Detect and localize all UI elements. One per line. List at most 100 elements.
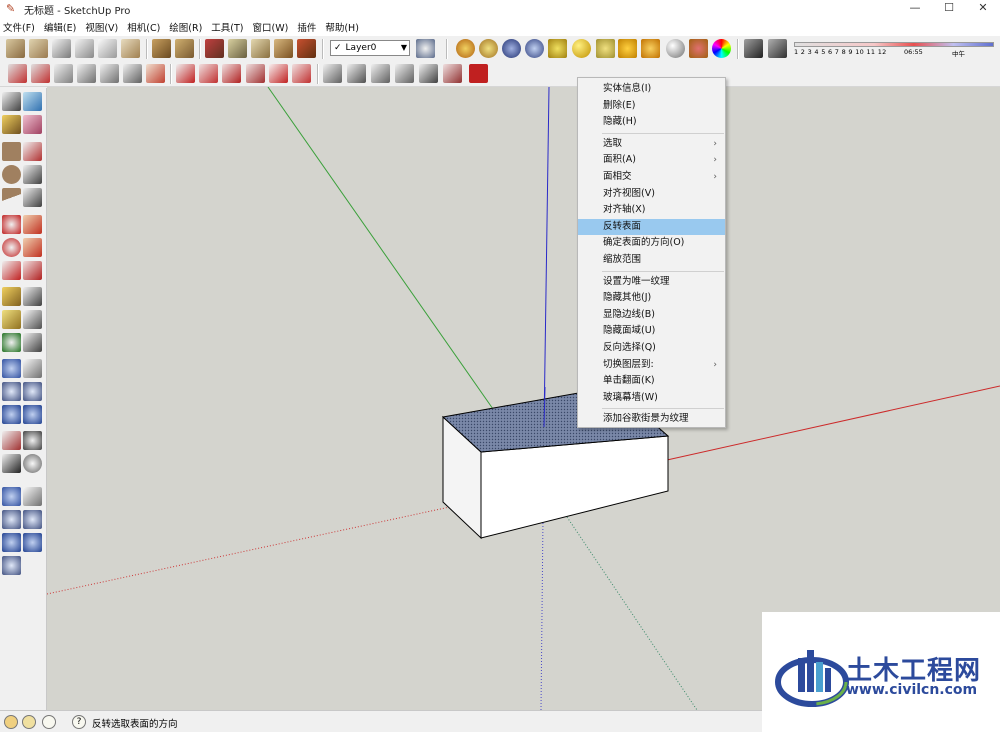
pen-tool-icon[interactable] bbox=[443, 64, 462, 83]
menu-help[interactable]: 帮助(H) bbox=[325, 20, 359, 34]
push-pull-icon[interactable] bbox=[23, 215, 42, 234]
offset-icon[interactable] bbox=[23, 261, 42, 280]
geo-location-icon[interactable] bbox=[4, 715, 18, 729]
context-menu-item[interactable]: 确定表面的方向(O) bbox=[578, 235, 725, 252]
context-menu-item[interactable]: 实体信息(I) bbox=[578, 81, 725, 98]
context-menu-item[interactable]: 对齐轴(X) bbox=[578, 202, 725, 219]
wood-texture-icon[interactable] bbox=[152, 39, 171, 58]
dimension-icon[interactable] bbox=[23, 287, 42, 306]
shadow-time-slider[interactable]: 1 2 3 4 5 6 7 8 9 10 11 12 06:55 中午 bbox=[790, 40, 1000, 58]
section-plane-icon[interactable] bbox=[23, 454, 42, 473]
layer-dropdown[interactable]: ✓ Layer0 ▼ bbox=[330, 40, 410, 56]
xray-style-icon[interactable] bbox=[205, 39, 224, 58]
context-menu-item[interactable]: 面积(A) › bbox=[578, 152, 725, 169]
pan-hand-icon[interactable] bbox=[23, 359, 42, 378]
zoom-extents-2-icon[interactable] bbox=[23, 533, 42, 552]
account-icon[interactable] bbox=[42, 715, 56, 729]
offset-tool-icon[interactable] bbox=[54, 64, 73, 83]
previous-view-icon[interactable] bbox=[2, 405, 21, 424]
help-icon[interactable] bbox=[525, 39, 544, 58]
arrow-tool-icon[interactable] bbox=[292, 64, 311, 83]
context-menu-item[interactable]: 反转表面 bbox=[578, 218, 725, 236]
pencil-icon[interactable] bbox=[23, 142, 42, 161]
minimize-button[interactable]: — bbox=[898, 0, 932, 18]
menu-view[interactable]: 视图(V) bbox=[85, 20, 118, 34]
protractor-icon[interactable] bbox=[2, 310, 21, 329]
follow-me-icon[interactable] bbox=[23, 238, 42, 257]
plugin-m-icon[interactable] bbox=[456, 39, 475, 58]
flag-icon[interactable] bbox=[618, 39, 637, 58]
zoom-icon[interactable] bbox=[2, 382, 21, 401]
box-front-face[interactable] bbox=[480, 435, 669, 539]
sphere-icon[interactable] bbox=[572, 39, 591, 58]
menu-edit[interactable]: 编辑(E) bbox=[44, 20, 76, 34]
pan-2-icon[interactable] bbox=[23, 487, 42, 506]
right-view-icon[interactable] bbox=[29, 39, 48, 58]
back-view-icon[interactable] bbox=[75, 39, 94, 58]
cube-icon[interactable] bbox=[768, 39, 787, 58]
zoom-all-icon[interactable] bbox=[2, 556, 21, 575]
eraser-tool-icon[interactable] bbox=[199, 64, 218, 83]
orbit-2-icon[interactable] bbox=[2, 487, 21, 506]
context-menu-item[interactable]: 设置为唯一纹理 bbox=[578, 274, 725, 291]
context-menu-item[interactable]: 隐藏(H) bbox=[578, 114, 725, 131]
lines-tool-icon[interactable] bbox=[123, 64, 142, 83]
color-wheel-icon[interactable] bbox=[712, 39, 731, 58]
wood-panel-icon[interactable] bbox=[175, 39, 194, 58]
tape-measure-icon[interactable] bbox=[2, 287, 21, 306]
context-menu-item[interactable]: 显隐边线(B) bbox=[578, 307, 725, 324]
eraser-icon[interactable] bbox=[23, 115, 42, 134]
top-view-icon[interactable] bbox=[121, 39, 140, 58]
context-menu-item[interactable]: 玻璃幕墙(W) bbox=[578, 390, 725, 407]
maximize-button[interactable]: ☐ bbox=[932, 0, 966, 18]
text-tool-icon[interactable] bbox=[23, 310, 42, 329]
rectangle-tool-icon[interactable] bbox=[2, 142, 21, 161]
pull-tool-icon[interactable] bbox=[31, 64, 50, 83]
close-button[interactable]: ✕ bbox=[966, 0, 1000, 18]
grey-sphere-icon[interactable] bbox=[666, 39, 685, 58]
globe-tool-icon[interactable] bbox=[347, 64, 366, 83]
check-tool-icon[interactable] bbox=[176, 64, 195, 83]
paint-bucket-icon[interactable] bbox=[2, 115, 21, 134]
layers-tool-icon[interactable] bbox=[146, 64, 165, 83]
select-arrow-icon[interactable] bbox=[2, 92, 21, 111]
context-menu-item[interactable]: 切换图层到: › bbox=[578, 357, 725, 374]
position-camera-icon[interactable] bbox=[2, 431, 21, 450]
pointer-icon[interactable] bbox=[641, 39, 660, 58]
context-menu-item[interactable]: 删除(E) bbox=[578, 98, 725, 115]
curve-tool-icon[interactable] bbox=[269, 64, 288, 83]
menu-plugins[interactable]: 插件 bbox=[297, 20, 316, 34]
context-menu-item[interactable]: 对齐视图(V) bbox=[578, 186, 725, 203]
orbit-icon[interactable] bbox=[2, 359, 21, 378]
stairs-tool-icon[interactable] bbox=[100, 64, 119, 83]
context-menu-item[interactable]: 隐藏其他(J) bbox=[578, 290, 725, 307]
menu-file[interactable]: 文件(F) bbox=[3, 20, 35, 34]
credits-icon[interactable] bbox=[22, 715, 36, 729]
context-menu-item[interactable]: 缩放范围 bbox=[578, 252, 725, 269]
textured-style-icon[interactable] bbox=[297, 39, 316, 58]
tag-icon[interactable] bbox=[548, 39, 567, 58]
front-view-icon[interactable] bbox=[52, 39, 71, 58]
context-menu-item[interactable]: 单击翻面(K) bbox=[578, 373, 725, 390]
push-tool-icon[interactable] bbox=[8, 64, 27, 83]
walk-icon[interactable] bbox=[2, 454, 21, 473]
plugin-tape-icon[interactable] bbox=[479, 39, 498, 58]
menu-draw[interactable]: 绘图(R) bbox=[169, 20, 202, 34]
zoom-window-2-icon[interactable] bbox=[23, 510, 42, 529]
context-menu-item[interactable]: 选取 › bbox=[578, 136, 725, 153]
hidden-line-style-icon[interactable] bbox=[251, 39, 270, 58]
left-view-icon[interactable] bbox=[98, 39, 117, 58]
figure-tool-icon[interactable] bbox=[371, 64, 390, 83]
context-menu-item[interactable]: 添加谷歌街景为纹理 bbox=[578, 411, 725, 428]
plugin-r-icon[interactable] bbox=[502, 39, 521, 58]
building-tool-icon[interactable] bbox=[395, 64, 414, 83]
polygon-tool-icon[interactable] bbox=[2, 188, 21, 207]
iso-view-icon[interactable] bbox=[6, 39, 25, 58]
zoom-window-icon[interactable] bbox=[23, 382, 42, 401]
lamp-icon[interactable] bbox=[596, 39, 615, 58]
three-d-text-icon[interactable] bbox=[419, 64, 438, 83]
menu-window[interactable]: 窗口(W) bbox=[253, 20, 289, 34]
scissors-icon[interactable] bbox=[689, 39, 708, 58]
look-around-icon[interactable] bbox=[23, 431, 42, 450]
compass-tool-icon[interactable] bbox=[323, 64, 342, 83]
